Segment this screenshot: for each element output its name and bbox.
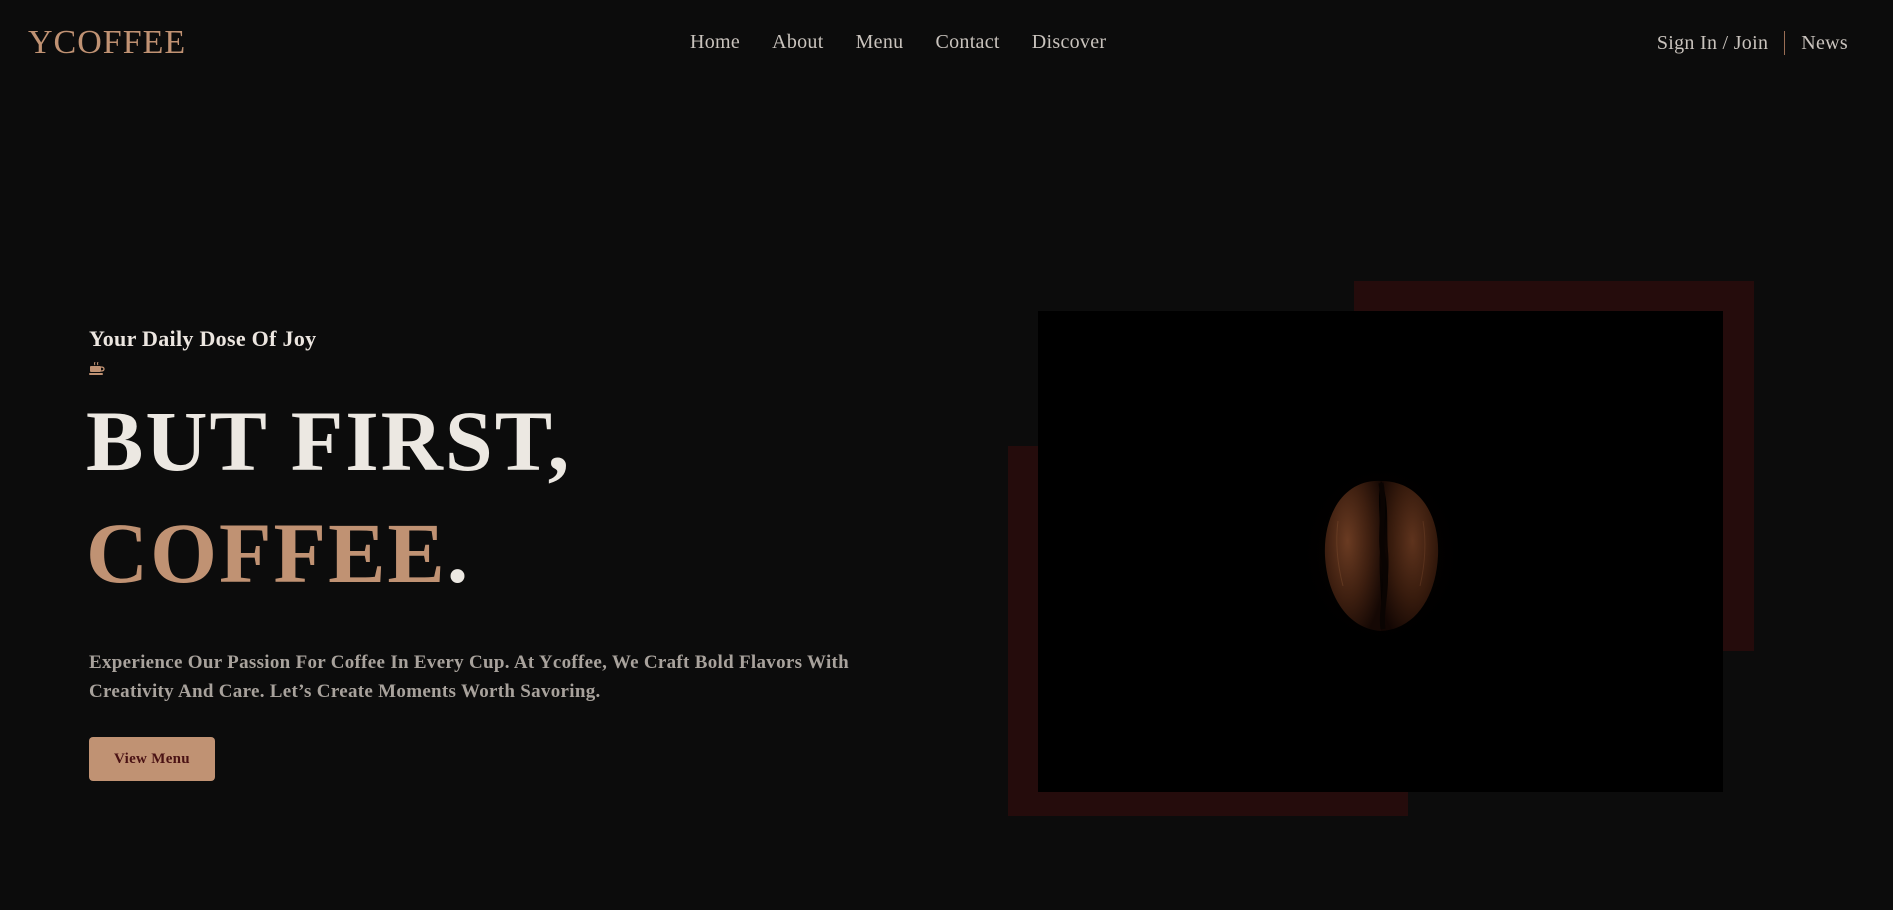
- coffee-cup-icon: [89, 362, 105, 375]
- nav-home[interactable]: Home: [690, 31, 740, 54]
- hero-tagline: Your Daily Dose Of Joy: [89, 326, 317, 351]
- headline-dot: .: [446, 505, 471, 601]
- nav-about[interactable]: About: [772, 31, 824, 54]
- nav-contact[interactable]: Contact: [935, 31, 999, 54]
- nav-discover[interactable]: Discover: [1032, 31, 1107, 54]
- headline-line-1: BUT FIRST,: [86, 393, 572, 489]
- account-nav: Sign In / Join News: [1657, 31, 1848, 55]
- coffee-bean-illustration: [1291, 454, 1471, 654]
- nav-menu[interactable]: Menu: [856, 31, 904, 54]
- news-link[interactable]: News: [1801, 32, 1848, 55]
- hero-description: Experience Our Passion For Coffee In Eve…: [89, 652, 850, 702]
- page: YCOFFEE Home About Menu Contact Discover…: [0, 0, 1893, 910]
- main-nav: Home About Menu Contact Discover: [690, 31, 1138, 54]
- coffee-bean-image: [1038, 311, 1723, 792]
- headline-line-2: COFFEE.: [86, 510, 470, 596]
- brand-logo[interactable]: YCOFFEE: [28, 24, 186, 62]
- headline-coffee: COFFEE: [86, 505, 447, 601]
- view-menu-button[interactable]: View Menu: [89, 737, 215, 781]
- nav-divider: [1784, 31, 1786, 55]
- signin-link[interactable]: Sign In / Join: [1657, 32, 1768, 55]
